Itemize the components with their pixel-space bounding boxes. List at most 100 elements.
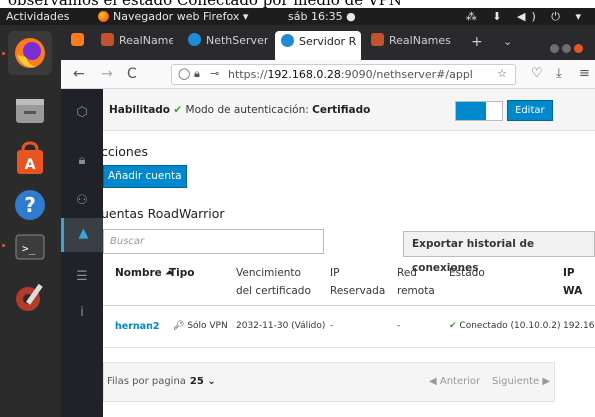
col-header-state: Estado [449,264,485,282]
app-menu-label: Navegador web Firefox ▾ [113,10,249,23]
account-type: 🔑︎ Sólo VPN [173,321,228,331]
url-text: https://192.168.0.28:9090/nethserver#/ap… [228,68,473,81]
check-icon: ✔ [173,104,183,116]
url-host: 192.168.0.28 [267,68,341,81]
browser-nav-bar: ← → C ◯ 🔒︎ ⊸ https://192.168.0.28:9090/n… [61,60,595,89]
tab-nethserver[interactable]: NethServer [188,33,268,55]
help-icon: ? [15,190,45,220]
info-icon[interactable]: i [61,297,103,331]
forward-icon[interactable]: → [101,66,113,82]
activities-button[interactable]: Actividades [6,10,70,23]
system-tray[interactable]: ⁂ ⬇ ◀) ⏻ ▾ [466,10,587,24]
remote-net: - [397,321,401,331]
tab-label: Servidor R [299,35,357,48]
next-page-button[interactable]: Siguiente ▶ [492,376,550,387]
browser-tab-bar: RealNames NethServer Servidor R× RealNam… [61,25,595,60]
col-header-label: IP WA [563,267,583,297]
dock-files[interactable] [8,89,52,133]
dock-firefox[interactable] [8,31,52,75]
vpn-status-bar: Habilitado ✔ Modo de autenticación: Cert… [103,89,595,131]
tab-servidor[interactable]: Servidor R× [275,31,361,60]
security-icon[interactable]: 🔒︎ [61,145,103,179]
tab-pinned[interactable] [71,33,85,55]
col-header-label: Vencimiento [236,267,301,279]
status-text: Habilitado ✔ Modo de autenticación: Cert… [109,104,370,116]
shield-icon: ◯ [178,67,191,80]
nethserver-icon [281,34,294,47]
ubuntu-icon [71,33,84,46]
tab-label: NethServer [206,34,268,47]
search-input[interactable]: Buscar [103,229,324,254]
minimize-icon[interactable] [550,44,559,53]
url-scheme: https:// [228,68,268,81]
tab-realnames-1[interactable]: RealNames [101,33,173,55]
dock-software[interactable]: A [8,138,52,182]
list-icon[interactable]: ☰ [61,261,103,295]
app-menu[interactable]: Navegador web Firefox ▾ [98,10,248,23]
svg-text:>_: >_ [22,242,36,255]
users-icon[interactable]: ⚇ [61,185,103,219]
roadwarrior-heading: uentas RoadWarrior [103,206,225,221]
download-icon[interactable]: ⤓ [556,66,562,81]
applications-icon[interactable]: ▲ [61,218,103,252]
window-controls [547,38,583,57]
address-bar[interactable]: ◯ 🔒︎ ⊸ https://192.168.0.28:9090/nethser… [171,64,516,85]
files-icon [16,99,44,123]
svg-text:?: ? [24,193,36,217]
key-icon: 🔑︎ [173,321,185,331]
tab-realnames-2[interactable]: RealNames [371,33,453,55]
close-icon[interactable] [574,44,583,53]
back-icon[interactable]: ← [73,66,85,82]
clock[interactable]: sáb 16:35 ● [288,10,356,23]
permissions-icon: ⊸ [210,67,220,80]
realnames-icon [101,33,114,46]
close-tab-icon[interactable]: × [360,35,361,48]
toggle-on-part [456,102,486,120]
tab-label: RealNames [119,34,173,47]
account-type-label: Sólo VPN [187,321,228,331]
screen: observamos el estado Conectado por medio… [0,0,595,417]
dock: A ? >_ [0,25,61,417]
check-icon: ✔ [449,321,457,331]
col-header-name[interactable]: Nombre ⏶ [115,264,174,282]
rows-per-page-label: Filas por pagina [107,376,186,387]
col-header-label: Tipo [169,267,195,279]
enable-toggle[interactable] [455,101,503,121]
dock-settings[interactable] [8,275,52,319]
rows-per-page-select[interactable]: 25 ⌄ [190,376,216,387]
pocket-icon[interactable]: ♡ [531,66,543,81]
svg-text:A: A [25,157,36,173]
maximize-icon[interactable] [562,44,571,53]
url-path: :9090/nethserver#/appl [340,68,473,81]
col-header-expiry: Vencimiento del certificado [236,264,311,300]
realnames-icon [371,33,384,46]
auth-mode-value: Certifiado [312,104,371,116]
col-header-type: Tipo [169,264,195,282]
col-header-label: Reservada [330,285,386,297]
account-name-link[interactable]: hernan2 [115,321,159,332]
export-history-button[interactable]: Exportar historial de conexiones [403,231,595,274]
tab-label: RealNames [389,34,451,47]
actions-heading: cciones [103,144,148,159]
add-account-button[interactable]: Añadir cuenta [103,165,187,188]
lock-icon: 🔒︎ [194,67,200,80]
list-tabs-button[interactable]: ⌄ [503,35,512,48]
previous-page-button[interactable]: ◀ Anterior [429,376,480,387]
col-header-label: del certificado [236,285,311,297]
dock-terminal[interactable]: >_ [8,225,52,269]
reserved-ip: - [330,321,334,331]
menu-icon[interactable]: ≡ [579,66,590,81]
dashboard-icon[interactable]: ⬡ [61,97,103,131]
system-top-bar: Actividades Navegador web Firefox ▾ sáb … [0,8,595,25]
edit-button[interactable]: Editar [507,100,553,121]
main-content: Habilitado ✔ Modo de autenticación: Cert… [103,89,595,417]
firefox-icon [98,11,109,22]
bookmark-star-icon[interactable]: ☆ [497,67,507,80]
col-header-label: Estado [449,267,485,279]
caption: observamos el estado Conectado por medio… [0,0,595,8]
software-store-icon: A [17,141,43,174]
new-tab-button[interactable]: + [471,34,483,50]
reload-icon[interactable]: C [127,66,137,82]
dock-help[interactable]: ? [8,183,52,227]
terminal-icon: >_ [15,234,45,260]
